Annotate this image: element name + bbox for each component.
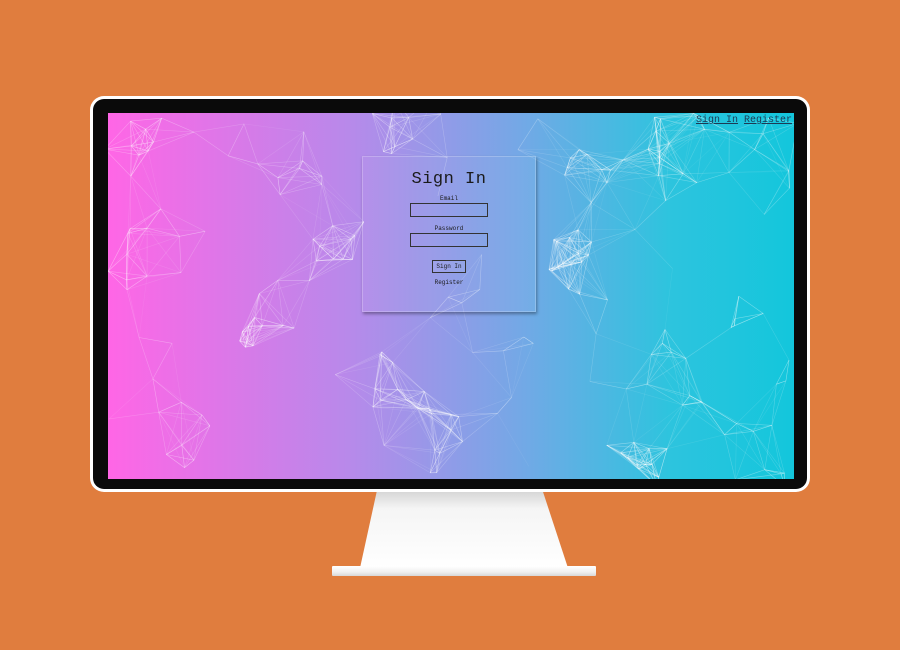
monitor-stand-neck	[360, 492, 568, 568]
login-card: Sign In Email Password Sign In Register	[362, 156, 536, 312]
password-label: Password	[434, 225, 464, 232]
login-title: Sign In	[411, 170, 487, 189]
register-link[interactable]: Register	[363, 279, 535, 286]
sign-in-button[interactable]: Sign In	[432, 260, 466, 273]
monitor-stand-base	[332, 566, 596, 576]
email-label: Email	[439, 195, 458, 202]
screen: Sign In Register Sign In Email Password …	[108, 113, 794, 479]
email-field[interactable]	[410, 203, 488, 217]
nav-register-link[interactable]: Register	[744, 115, 792, 126]
top-nav: Sign In Register	[696, 115, 792, 126]
nav-sign-in-link[interactable]: Sign In	[696, 115, 738, 126]
password-field[interactable]	[410, 233, 488, 247]
